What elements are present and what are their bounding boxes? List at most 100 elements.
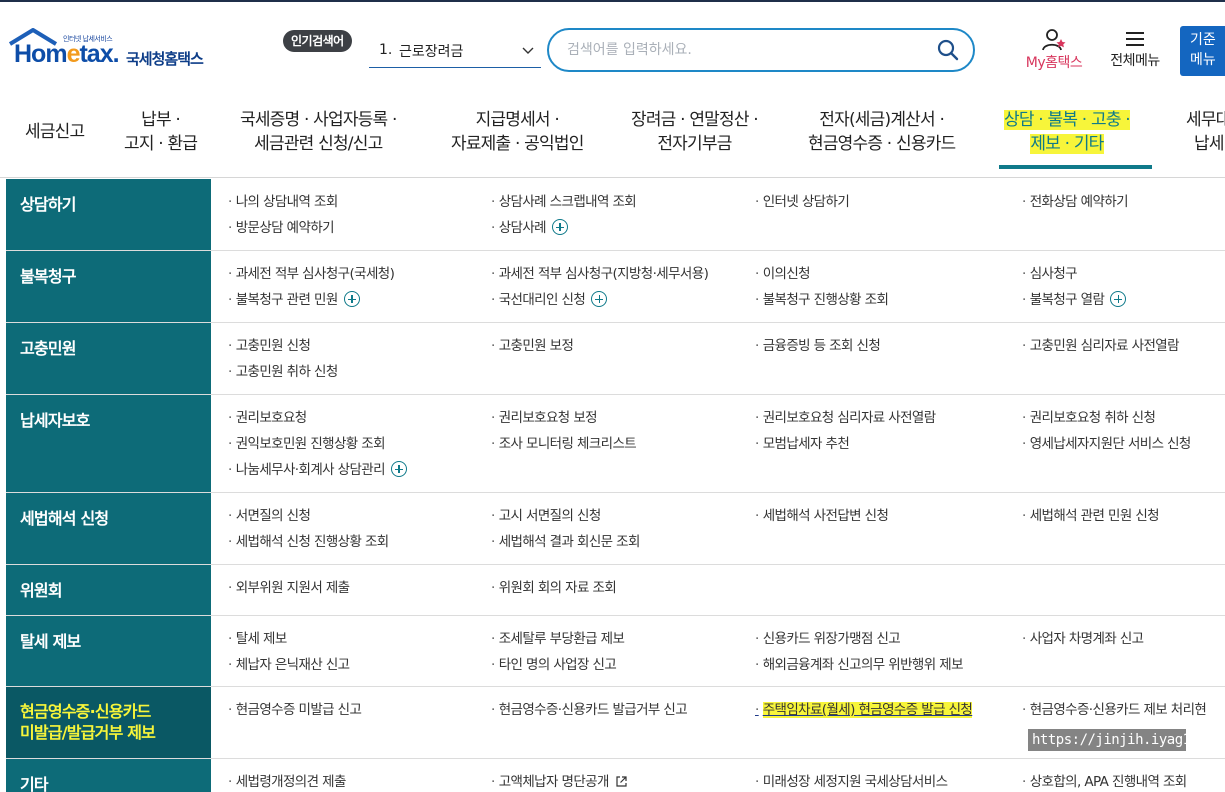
- link-item[interactable]: · 고시 서면질의 신청: [491, 507, 601, 525]
- link-item[interactable]: · 고충민원 신청: [228, 337, 311, 355]
- link-item[interactable]: · 세법해석 신청 진행상황 조회: [228, 533, 389, 551]
- section-taxpayer-protection: 납세자보호 · 권리보호요청 · 권리보호요청 보정 · 권리보호요청 심리자료 사전…: [6, 395, 1225, 493]
- link-item[interactable]: · 신용카드 위장가맹점 신고: [755, 630, 901, 648]
- link-item[interactable]: · 체납자 은닉재산 신고: [228, 656, 350, 674]
- submenu-panel: 상담하기 · 나의 상담내역 조회 · 상담사례 스크랩내역 조회 · 인터넷 상담하…: [6, 179, 1225, 792]
- link-item[interactable]: · 해외금융계좌 신고의무 위반행위 제보: [755, 656, 964, 674]
- expand-plus-icon[interactable]: [343, 291, 360, 307]
- link-item[interactable]: · 타인 명의 사업장 신고: [491, 656, 617, 674]
- expand-plus-icon[interactable]: [551, 219, 568, 235]
- section-tax-interpretation: 세법해석 신청 · 서면질의 신청 · 고시 서면질의 신청 · 세법해석 사전답변 …: [6, 493, 1225, 565]
- section-appeal: 불복청구 · 과세전 적부 심사청구(국세청) · 과세전 적부 심사청구(지방청·…: [6, 251, 1225, 323]
- section-committee: 위원회 · 외부위원 지원서 제출 · 위원회 회의 자료 조회: [6, 565, 1225, 616]
- link-item[interactable]: · 상호합의, APA 진행내역 조회: [1022, 773, 1187, 791]
- active-tab-underline: [999, 165, 1152, 169]
- section-title: 위원회: [6, 565, 211, 615]
- search-input[interactable]: [567, 39, 917, 61]
- nav-tax-report[interactable]: 세금신고: [25, 120, 85, 144]
- link-item[interactable]: · 세법해석 사전답변 신청: [755, 507, 889, 525]
- link-item[interactable]: · 과세전 적부 심사청구(지방청·세무서용): [491, 265, 709, 283]
- link-item[interactable]: · 방문상담 예약하기: [228, 219, 335, 237]
- nav-incentive[interactable]: 장려금 · 연말정산 · 전자기부금: [631, 108, 759, 156]
- expand-plus-icon[interactable]: [390, 461, 407, 477]
- link-item[interactable]: · 현금영수증·신용카드 제보 처리현: [1022, 701, 1207, 719]
- link-item[interactable]: · 금융증빙 등 조회 신청: [755, 337, 881, 355]
- base-menu-button[interactable]: 기준 메뉴: [1180, 26, 1225, 76]
- logo-brand: Hometax.: [14, 40, 120, 68]
- link-item[interactable]: · 권리보호요청 심리자료 사전열람: [755, 409, 936, 427]
- link-item[interactable]: · 이의신청: [755, 265, 811, 283]
- section-title: 상담하기: [6, 179, 211, 250]
- nav-consult-appeal[interactable]: 상담 · 불복 · 고충 · 제보 · 기타: [1004, 108, 1131, 156]
- section-tax-evasion-report: 탈세 제보 · 탈세 제보 · 조세탈루 부당환급 제보 · 신용카드 위장가맹점 신…: [6, 616, 1225, 687]
- link-item[interactable]: · 탈세 제보: [228, 630, 287, 648]
- link-item[interactable]: · 권리보호요청: [228, 409, 307, 427]
- section-grievance: 고충민원 · 고충민원 신청 · 고충민원 보정 · 금융증빙 등 조회 신청 · 고충…: [6, 323, 1225, 395]
- search-icon[interactable]: [937, 39, 959, 61]
- link-item[interactable]: · 권익보호민원 진행상황 조회: [228, 435, 386, 453]
- link-item[interactable]: · 불복청구 열람: [1022, 291, 1127, 309]
- link-item[interactable]: · 과세전 적부 심사청구(국세청): [228, 265, 395, 283]
- link-item[interactable]: · 고액체납자 명단공개: [491, 773, 628, 791]
- link-item[interactable]: · 불복청구 관련 민원: [228, 291, 360, 309]
- link-item[interactable]: · 나눔세무사·회계사 상담관리: [228, 461, 407, 479]
- section-etc: 기타 · 세법령개정의견 제출 · 고액체납자 명단공개 · 미래성장 세정지원 국세…: [6, 759, 1225, 792]
- link-item[interactable]: · 세법령개정의견 제출: [228, 773, 346, 791]
- main-navigation: 세금신고 납부 · 고지 · 환급 국세증명 · 사업자등록 · 세금관련 신청…: [0, 96, 1225, 178]
- popular-keyword: 근로장려금: [399, 44, 464, 60]
- user-star-icon: [1042, 29, 1066, 51]
- hometax-logo[interactable]: 인터넷 납세서비스 Hometax. 국세청홈택스: [8, 26, 223, 76]
- nav-e-invoice[interactable]: 전자(세금)계산서 · 현금영수증 · 신용카드: [808, 108, 956, 156]
- link-item[interactable]: · 조세탈루 부당환급 제보: [491, 630, 625, 648]
- link-item[interactable]: · 국선대리인 신청: [491, 291, 608, 309]
- nav-certificate[interactable]: 국세증명 · 사업자등록 · 세금관련 신청/신고: [240, 108, 397, 156]
- link-item[interactable]: · 불복청구 진행상황 조회: [755, 291, 889, 309]
- section-title-selected: 현금영수증·신용카드 미발급/발급거부 제보: [6, 687, 211, 758]
- link-item[interactable]: · 영세납세자지원단 서비스 신청: [1022, 435, 1191, 453]
- link-item[interactable]: · 상담사례: [491, 219, 568, 237]
- link-item[interactable]: · 현금영수증·신용카드 발급거부 신고: [491, 701, 688, 719]
- link-item[interactable]: · 서면질의 신청: [228, 507, 311, 525]
- link-item-highlighted[interactable]: · 주택임차료(월세) 현금영수증 발급 신청: [755, 701, 973, 719]
- link-item[interactable]: · 전화상담 예약하기: [1022, 193, 1129, 211]
- link-item[interactable]: · 외부위원 지원서 제출: [228, 579, 350, 597]
- hamburger-menu-icon: [1126, 32, 1144, 46]
- link-item[interactable]: · 모범납세자 추천: [755, 435, 850, 453]
- link-item[interactable]: · 미래성장 세정지원 국세상담서비스: [755, 773, 948, 791]
- nav-tax-agent[interactable]: 세무대 납세: [1186, 108, 1225, 156]
- link-item[interactable]: · 위원회 회의 자료 조회: [491, 579, 617, 597]
- external-link-icon: [616, 776, 628, 787]
- section-title: 납세자보호: [6, 395, 211, 492]
- link-item[interactable]: · 조사 모니터링 체크리스트: [491, 435, 637, 453]
- logo-korean-name: 국세청홈택스: [126, 50, 204, 68]
- link-item[interactable]: · 권리보호요청 보정: [491, 409, 598, 427]
- expand-plus-icon[interactable]: [591, 291, 608, 307]
- link-item[interactable]: · 상담사례 스크랩내역 조회: [491, 193, 637, 211]
- popular-search-badge: 인기검색어: [283, 30, 352, 52]
- link-item[interactable]: · 고충민원 취하 신청: [228, 363, 338, 381]
- link-item[interactable]: · 고충민원 심리자료 사전열람: [1022, 337, 1180, 355]
- link-item[interactable]: · 권리보호요청 취하 신청: [1022, 409, 1156, 427]
- top-header: 인터넷 납세서비스 Hometax. 국세청홈택스 인기검색어 1. 근로장려금…: [0, 0, 1225, 96]
- link-item[interactable]: · 고충민원 보정: [491, 337, 574, 355]
- link-item[interactable]: · 현금영수증 미발급 신고: [228, 701, 362, 719]
- link-item[interactable]: · 세법해석 관련 민원 신청: [1022, 507, 1160, 525]
- nav-payment[interactable]: 납부 · 고지 · 환급: [124, 108, 198, 156]
- section-title: 기타: [6, 759, 211, 792]
- link-item[interactable]: · 사업자 차명계좌 신고: [1022, 630, 1144, 648]
- popular-search-select[interactable]: 1. 근로장려금: [369, 36, 541, 68]
- section-title: 고충민원: [6, 323, 211, 394]
- link-item[interactable]: · 세법해석 결과 회신문 조회: [491, 533, 640, 551]
- link-item[interactable]: · 나의 상담내역 조회: [228, 193, 338, 211]
- section-title: 세법해석 신청: [6, 493, 211, 564]
- link-item[interactable]: · 심사청구: [1022, 265, 1078, 283]
- all-menu-label: 전체메뉴: [1110, 53, 1160, 69]
- watermark-url: https://jinjih.iyag1.com: [1028, 729, 1223, 751]
- my-hometax-button[interactable]: My홈택스: [1018, 28, 1090, 74]
- all-menu-button[interactable]: 전체메뉴: [1100, 28, 1170, 74]
- search-box: [547, 28, 975, 72]
- nav-payment-statement[interactable]: 지급명세서 · 자료제출 · 공익법인: [451, 108, 584, 156]
- my-hometax-label: My홈택스: [1025, 55, 1083, 71]
- link-item[interactable]: · 인터넷 상담하기: [755, 193, 850, 211]
- expand-plus-icon[interactable]: [1110, 291, 1127, 307]
